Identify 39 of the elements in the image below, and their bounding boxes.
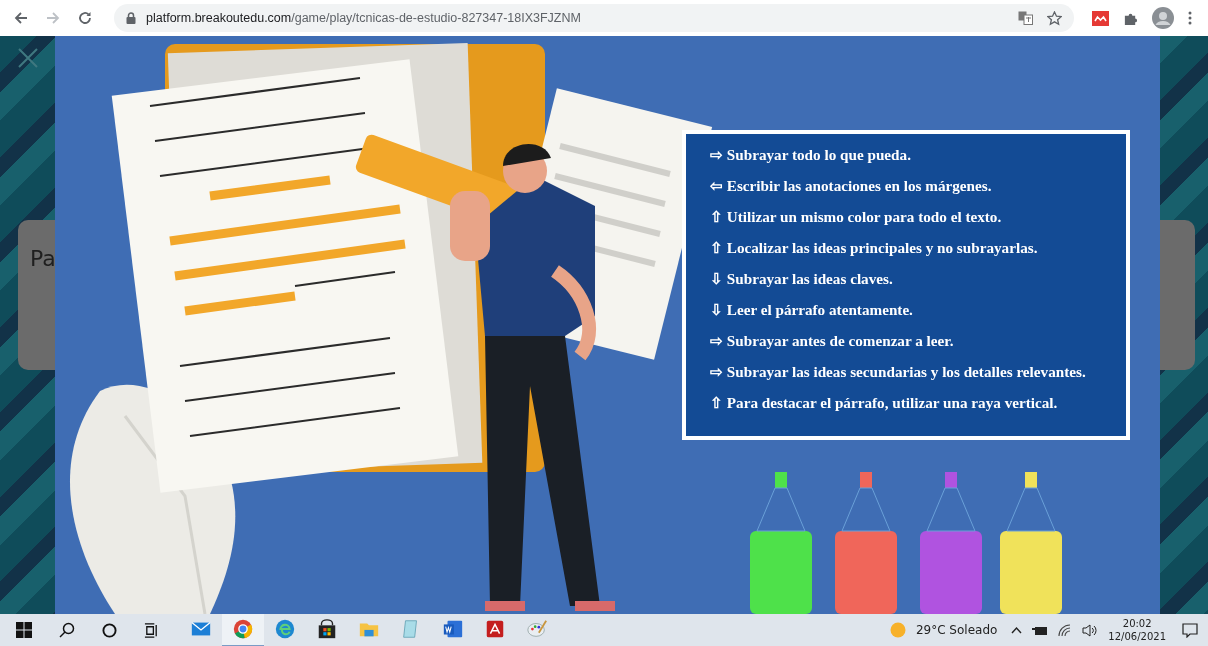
reload-icon[interactable]: [78, 11, 92, 25]
word-icon: [442, 618, 464, 640]
sun-icon: [889, 622, 906, 638]
weather-text[interactable]: 29°C Soleado: [915, 623, 998, 637]
tip-text: ⇨ Subrayar todo lo que pueda.: [710, 145, 912, 165]
store-icon: [316, 618, 338, 640]
extension-icon[interactable]: [1092, 10, 1109, 26]
tip-text: ⇨ Subrayar antes de comenzar a leer.: [710, 331, 955, 351]
cortana-icon[interactable]: [101, 622, 117, 638]
acrobat-icon: [484, 618, 506, 640]
translate-icon[interactable]: [1018, 11, 1033, 25]
back-icon[interactable]: [14, 11, 28, 25]
tip-text: ⇩ Subrayar las ideas claves.: [710, 269, 894, 289]
tip-text: ⇦ Escribir las anotaciones en los márgenes.: [710, 176, 993, 196]
card-text: Pa: [30, 246, 56, 271]
wifi-icon[interactable]: [1058, 623, 1073, 637]
address-bar[interactable]: platform.breakoutedu.com/game/play/tcnicas-de-estudio-827347-18IX3FJZNM: [114, 4, 1074, 32]
chevron-up-icon[interactable]: [1011, 626, 1023, 634]
avatar-icon[interactable]: [1152, 7, 1174, 29]
close-icon[interactable]: [17, 47, 39, 69]
paint-palette-icon: [526, 618, 548, 640]
battery-icon[interactable]: [1032, 624, 1049, 636]
url-text: platform.breakoutedu.com/game/play/tcnicas-de-estudio-827347-18IX3FJZNM: [146, 11, 581, 25]
tip-text: ⇩ Leer el párrafo atentamente.: [710, 300, 914, 320]
star-icon[interactable]: [1047, 10, 1062, 26]
task-view-icon[interactable]: [143, 622, 159, 638]
tip-text: ⇧ Utilizar un mismo color para todo el texto.: [710, 207, 1003, 227]
speaker-icon[interactable]: [1082, 623, 1099, 637]
tip-text: ⇧ Localizar las ideas principales y no subrayarlas.: [710, 238, 1039, 258]
clock[interactable]: 20:02 12/06/2021: [1108, 617, 1166, 643]
windows-start-icon[interactable]: [16, 622, 32, 638]
tip-text: ⇧ Para destacar el párrafo, utilizar una raya vertical.: [710, 393, 1059, 413]
menu-icon[interactable]: [1188, 11, 1192, 25]
edge-icon: [274, 618, 296, 640]
chrome-icon: [232, 618, 254, 640]
search-icon[interactable]: [59, 622, 75, 638]
lock-icon: [126, 12, 136, 24]
notification-icon[interactable]: [1182, 622, 1198, 638]
tip-text: ⇨ Subrayar las ideas secundarias y los detalles relevantes.: [710, 362, 1087, 382]
